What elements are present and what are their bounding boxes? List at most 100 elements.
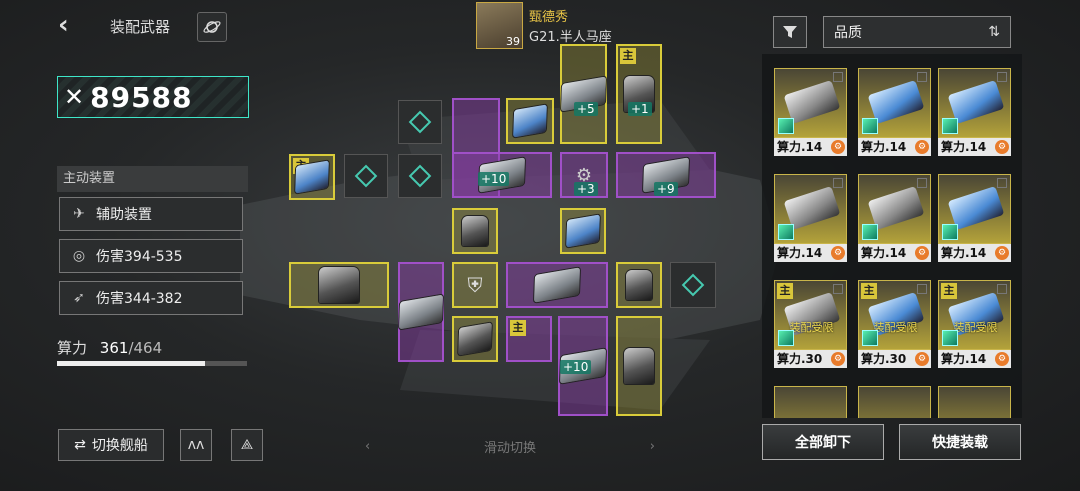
upgrade-icon: ⚙ <box>915 352 929 366</box>
ship-name: G21.半人马座 <box>529 30 612 45</box>
shield-icon: ⛨ <box>467 273 483 297</box>
swipe-hint[interactable]: ‹ 滑动切换 › <box>365 436 655 456</box>
captain-avatar[interactable]: 39 <box>476 2 523 49</box>
switch-ship-button[interactable]: ⇄ 切换舰船 <box>58 429 164 461</box>
upgrade-icon: ⚙ <box>915 140 929 154</box>
inventory-card[interactable]: 算力.14 ⚙ <box>938 68 1011 156</box>
active-item-damage-1[interactable]: ◎ 伤害394-535 <box>59 239 243 273</box>
inventory-card[interactable]: 算力.14 ⚙ <box>938 174 1011 262</box>
inventory-card[interactable]: 算力.14 ⚙ <box>858 68 931 156</box>
weapon-slot[interactable] <box>398 262 444 362</box>
active-item-assist[interactable]: ✈ 辅助装置 <box>59 197 243 231</box>
upgrade-icon: ⚙ <box>995 140 1009 154</box>
sort-icon: ⇅ <box>988 24 1000 40</box>
weapon-slot[interactable]: +5 <box>560 44 607 144</box>
weapon-slot[interactable]: 主 <box>289 154 335 200</box>
capacity-fill <box>57 361 205 366</box>
card-image <box>858 68 931 138</box>
checkbox-icon[interactable] <box>833 72 843 82</box>
rarity-gem-icon <box>778 330 794 346</box>
inventory-card[interactable]: 主装配受限 算力.30 ⚙ <box>774 280 847 368</box>
back-icon[interactable]: ‹ <box>58 12 80 38</box>
checkbox-icon[interactable] <box>917 284 927 294</box>
inventory-card-partial[interactable] <box>938 386 1011 418</box>
weapon-slot[interactable]: +10 <box>558 316 608 416</box>
active-item-damage-2[interactable]: ➶ 伤害344-382 <box>59 281 243 315</box>
inventory-card-partial[interactable] <box>858 386 931 418</box>
filter-button[interactable] <box>773 16 807 48</box>
rarity-gem-icon <box>778 118 794 134</box>
inventory-card[interactable]: 算力.14 ⚙ <box>774 174 847 262</box>
chevron-right-icon[interactable]: › <box>650 439 655 454</box>
chevron-left-icon[interactable]: ‹ <box>365 439 370 454</box>
card-image <box>938 174 1011 244</box>
card-image <box>774 68 847 138</box>
inventory-panel[interactable]: 算力.14 ⚙ 算力.14 ⚙ 算力.14 ⚙ 算力.14 ⚙ 算力.14 ⚙ 算力.14 ⚙ 主装配受… <box>762 54 1022 418</box>
weapon-slot[interactable] <box>506 262 608 308</box>
inventory-card-partial[interactable] <box>774 386 847 418</box>
weapon-slot[interactable]: 主 +1 <box>616 44 662 144</box>
weapon-slot[interactable]: 主 <box>506 316 552 362</box>
swipe-hint-text: 滑动切换 <box>483 440 536 456</box>
card-image: 主装配受限 <box>938 280 1011 350</box>
sort-label: 品质 <box>834 25 862 41</box>
weapon-slot[interactable] <box>616 316 662 416</box>
target-icon: ◎ <box>72 248 86 264</box>
active-item-label: 伤害394-535 <box>96 249 183 265</box>
weapon-slot[interactable]: +10 <box>452 152 552 198</box>
main-tag: 主 <box>861 283 877 299</box>
weapon-slot[interactable] <box>506 98 554 144</box>
weapon-slot[interactable] <box>560 208 606 254</box>
card-cost: 算力.14 ⚙ <box>774 244 847 262</box>
checkbox-icon[interactable] <box>833 178 843 188</box>
fleet-icon[interactable]: ʌʌ <box>180 429 212 461</box>
card-image: 主装配受限 <box>774 280 847 350</box>
main-tag: 主 <box>941 283 957 299</box>
weapon-slot[interactable] <box>289 262 389 308</box>
combat-power-value: 89588 <box>90 80 193 114</box>
rarity-gem-icon <box>778 224 794 240</box>
weapon-slot[interactable]: +9 <box>616 152 716 198</box>
inventory-card[interactable]: 算力.14 ⚙ <box>774 68 847 156</box>
quick-load-button[interactable]: 快捷装载 <box>899 424 1021 460</box>
inventory-card[interactable]: 主装配受限 算力.14 ⚙ <box>938 280 1011 368</box>
weapon-slot[interactable] <box>452 208 498 254</box>
inventory-card[interactable]: 算力.14 ⚙ <box>858 174 931 262</box>
capacity-total: /464 <box>128 339 163 357</box>
checkbox-icon[interactable] <box>917 178 927 188</box>
rarity-gem-icon <box>942 224 958 240</box>
weapon-slot[interactable] <box>452 316 498 362</box>
rarity-gem-icon <box>862 118 878 134</box>
card-cost: 算力.14 ⚙ <box>858 138 931 156</box>
unload-all-button[interactable]: 全部卸下 <box>762 424 884 460</box>
empty-slot[interactable] <box>670 262 716 308</box>
empty-slot[interactable] <box>398 154 442 198</box>
captain-name: 甄德秀 <box>529 10 569 25</box>
inventory-card[interactable]: 主装配受限 算力.30 ⚙ <box>858 280 931 368</box>
checkbox-icon[interactable] <box>833 284 843 294</box>
checkbox-icon[interactable] <box>997 284 1007 294</box>
planet-icon[interactable] <box>197 12 227 42</box>
empty-slot[interactable] <box>398 100 442 144</box>
capacity-used: 361 <box>99 339 129 357</box>
checkbox-icon[interactable] <box>917 72 927 82</box>
drone-icon: ✈ <box>73 206 85 222</box>
card-cost: 算力.14 ⚙ <box>938 138 1011 156</box>
weapon-slot[interactable]: ⚙ +3 <box>560 152 608 198</box>
active-item-label: 伤害344-382 <box>96 291 183 307</box>
active-item-label: 辅助装置 <box>96 207 152 223</box>
combat-power-box: ✕ 89588 <box>57 76 249 118</box>
main-tag: 主 <box>777 283 793 299</box>
upgrade-icon: ⚙ <box>831 140 845 154</box>
weapon-slot[interactable] <box>616 262 662 308</box>
card-image <box>774 174 847 244</box>
upgrade-icon: ⚙ <box>995 246 1009 260</box>
card-cost: 算力.14 ⚙ <box>938 350 1011 368</box>
empty-slot[interactable] <box>344 154 388 198</box>
upgrade-icon: ⚙ <box>831 352 845 366</box>
formation-icon[interactable]: ⟁ <box>231 429 263 461</box>
checkbox-icon[interactable] <box>997 72 1007 82</box>
weapon-slot[interactable]: ⛨ <box>452 262 498 308</box>
checkbox-icon[interactable] <box>997 178 1007 188</box>
sort-dropdown[interactable]: 品质 ⇅ <box>823 16 1011 48</box>
